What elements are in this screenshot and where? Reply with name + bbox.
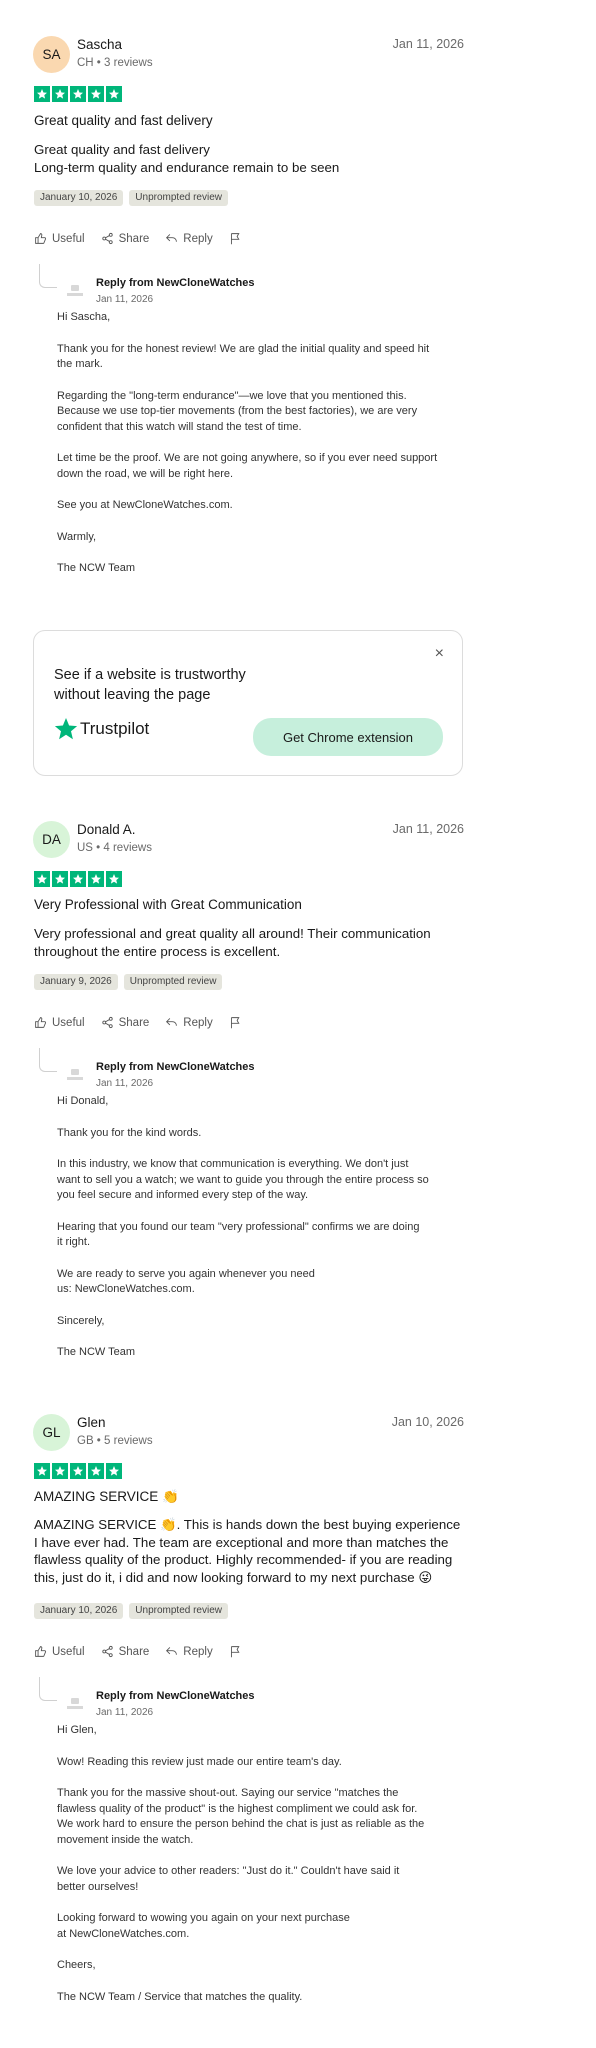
reviewer-name[interactable]: Glen [77,1415,106,1430]
reply-icon [166,1018,178,1026]
review-date: Jan 11, 2026 [392,822,464,836]
review-body: Very professional and great quality all … [34,926,431,959]
useful-button[interactable]: Useful [34,1016,85,1029]
review-body: Great quality and fast delivery Long-ter… [34,142,340,175]
reviewer-meta: US • 4 reviews [77,842,152,854]
flag-icon [230,1646,240,1658]
star-icon [34,871,50,887]
star-icon [70,871,86,887]
review-title[interactable]: Very Professional with Great Communicati… [34,897,302,912]
experience-date-badge: January 10, 2026 [34,190,124,206]
star-icon [88,86,104,102]
experience-date-badge: January 10, 2026 [34,1603,124,1619]
review-date: Jan 11, 2026 [392,37,464,51]
share-icon [101,232,113,245]
star-icon [88,871,104,887]
share-button[interactable]: Share [101,232,149,245]
share-button[interactable]: Share [101,1016,149,1029]
promo-text: See if a website is trustworthy without … [54,667,246,703]
share-icon [101,1016,113,1029]
star-icon [52,86,68,102]
experience-date-badge: January 9, 2026 [34,974,118,990]
reviewer-meta: GB • 5 reviews [77,1435,153,1447]
star-icon [52,871,68,887]
review-date: Jan 10, 2026 [391,1415,464,1429]
star-icon [106,86,122,102]
report-button[interactable] [229,232,242,245]
avatar[interactable]: DA [33,821,70,858]
star-rating [34,871,122,887]
reply-icon [166,1647,178,1655]
reply-icon [166,234,178,242]
company-logo-icon [67,285,83,296]
unprompted-review-badge: Unprompted review [129,190,228,206]
reply-button[interactable]: Reply [165,232,213,245]
report-button[interactable] [229,1645,242,1658]
star-icon [70,1463,86,1479]
reply-body: Hi Donald, Thank you for the kind words.… [57,1095,429,1358]
star-icon [106,871,122,887]
star-icon [52,1463,68,1479]
flag-icon [230,1017,240,1029]
flag-icon [230,233,240,245]
reply-button[interactable]: Reply [165,1016,213,1029]
share-button[interactable]: Share [101,1645,149,1658]
chrome-extension-promo: × See if a website is trustworthy withou… [33,630,463,776]
report-button[interactable] [229,1016,242,1029]
reply-body: Hi Sascha, Thank you for the honest revi… [57,311,438,574]
star-rating [34,1463,122,1479]
company-logo-icon [67,1069,83,1080]
close-icon[interactable]: × [435,645,444,663]
useful-button[interactable]: Useful [34,232,85,245]
reply-date: Jan 11, 2026 [96,1707,154,1718]
reply-date: Jan 11, 2026 [96,294,154,305]
star-icon [106,1463,122,1479]
useful-button[interactable]: Useful [34,1645,85,1658]
star-icon [34,1463,50,1479]
trustpilot-logo: Trustpilot [54,717,149,741]
star-icon [88,1463,104,1479]
review-title[interactable]: AMAZING SERVICE 👏 [34,1489,179,1505]
avatar[interactable]: GL [33,1414,70,1451]
reply-button[interactable]: Reply [165,1645,213,1658]
share-icon [101,1645,113,1658]
reply-from-label: Reply from NewCloneWatches [96,1690,255,1702]
review-actions: Useful Share Reply [34,232,258,245]
trustpilot-star-icon [54,718,78,740]
star-icon [34,86,50,102]
thumbs-up-icon [35,1017,47,1028]
reply-connector [39,264,57,288]
reply-connector [39,1677,57,1701]
reply-body: Hi Glen, Wow! Reading this review just m… [57,1724,425,2003]
reply-date: Jan 11, 2026 [96,1078,154,1089]
unprompted-review-badge: Unprompted review [129,1603,228,1619]
company-logo-icon [67,1698,83,1709]
star-icon [70,86,86,102]
reply-from-label: Reply from NewCloneWatches [96,1061,255,1073]
thumbs-up-icon [35,233,47,244]
thumbs-up-icon [35,1646,47,1657]
reviewer-name[interactable]: Sascha [77,37,122,52]
review-body: AMAZING SERVICE 👏. This is hands down th… [34,1517,461,1585]
avatar[interactable]: SA [33,36,70,73]
reviewer-name[interactable]: Donald A. [77,822,136,837]
unprompted-review-badge: Unprompted review [123,974,223,990]
reply-connector [39,1048,57,1072]
reply-from-label: Reply from NewCloneWatches [96,277,255,289]
star-rating [34,86,122,102]
reviewer-meta: CH • 3 reviews [77,57,153,69]
review-actions: Useful Share Reply [34,1645,258,1658]
review-actions: Useful Share Reply [34,1016,258,1029]
review-title[interactable]: Great quality and fast delivery [34,113,213,128]
get-chrome-extension-button[interactable]: Get Chrome extension [253,718,443,756]
